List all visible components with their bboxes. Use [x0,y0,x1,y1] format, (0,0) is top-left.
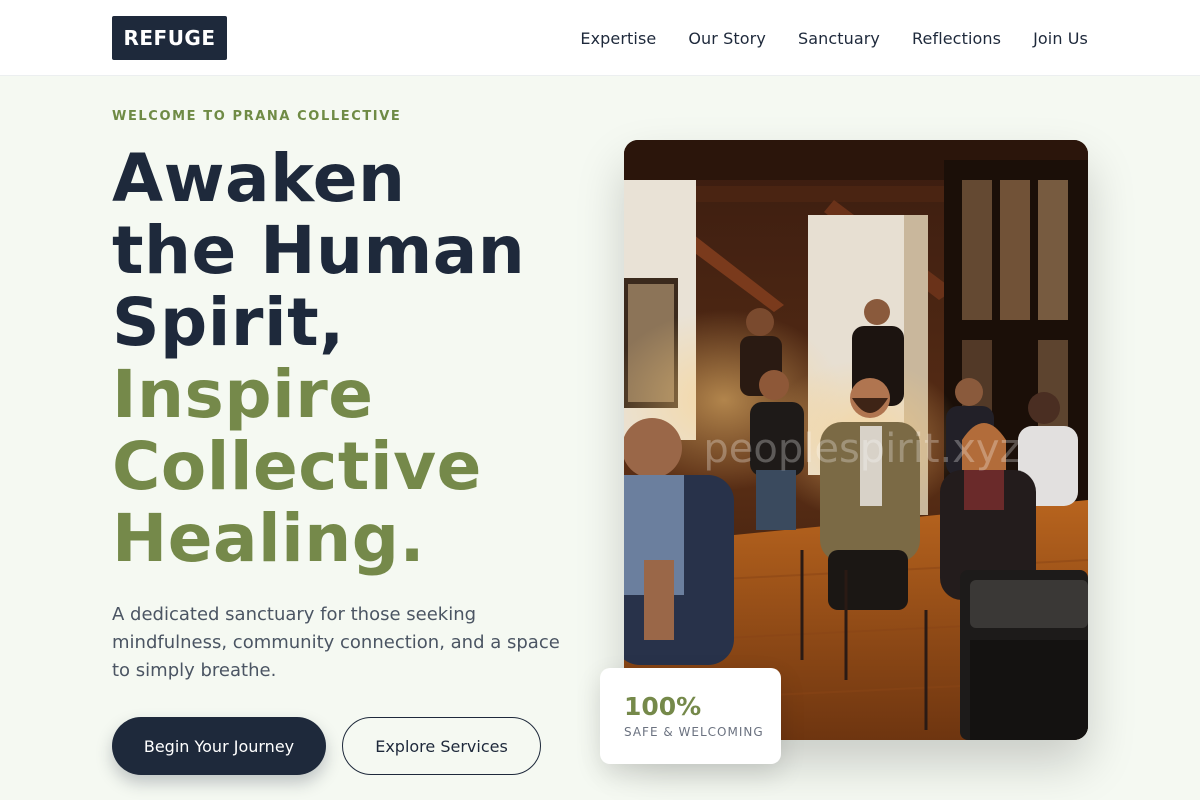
hero-headline: Awaken the Human Spirit, Inspire Collect… [112,143,525,575]
photo-watermark: peoplespirit.xyz [703,426,1020,472]
nav-link-expertise[interactable]: Expertise [580,29,656,48]
hero-photo: peoplespirit.xyz [624,140,1088,740]
headline-line-accent: Inspire [112,356,374,433]
stat-card: 100% SAFE & WELCOMING [600,668,781,764]
nav-link-reflections[interactable]: Reflections [912,29,1001,48]
headline-line: Awaken [112,140,406,217]
begin-journey-button[interactable]: Begin Your Journey [112,717,326,775]
main-nav: Expertise Our Story Sanctuary Reflection… [580,0,1088,76]
headline-line: the Human [112,212,526,289]
nav-link-our-story[interactable]: Our Story [688,29,766,48]
headline-line: Spirit, [112,284,345,361]
hero-description: A dedicated sanctuary for those seeking … [112,604,560,681]
nav-link-sanctuary[interactable]: Sanctuary [798,29,880,48]
explore-services-button[interactable]: Explore Services [342,717,541,775]
logo[interactable]: REFUGE [112,16,227,60]
site-header: REFUGE Expertise Our Story Sanctuary Ref… [0,0,1200,76]
headline-line-accent: Collective [112,428,482,505]
hero-eyebrow: WELCOME TO PRANA COLLECTIVE [112,109,402,124]
stat-value: 100% [624,692,702,721]
stat-label: SAFE & WELCOMING [624,725,764,739]
nav-link-join-us[interactable]: Join Us [1033,29,1088,48]
headline-line-accent: Healing. [112,500,426,577]
